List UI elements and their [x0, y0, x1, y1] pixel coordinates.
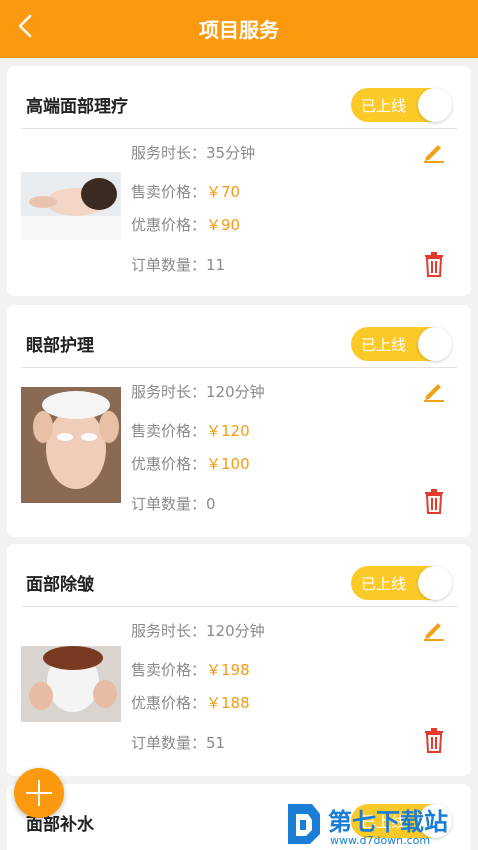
- promo-price-label: 优惠价格：: [131, 216, 207, 234]
- sale-price-row: 售卖价格：￥120: [131, 420, 250, 441]
- service-card: 眼部护理 已上线 服务时长：120分钟 售卖价格：￥120 优惠价格：￥100 …: [7, 305, 471, 537]
- toggle-knob: [418, 88, 452, 122]
- watermark: 第七下载站 www.d7down.com: [282, 800, 478, 850]
- duration-value: 35分钟: [206, 144, 256, 162]
- status-label: 已上线: [361, 336, 407, 354]
- duration-label: 服务时长：: [131, 383, 207, 401]
- status-toggle[interactable]: 已上线: [351, 327, 452, 361]
- orders-value: 0: [206, 495, 216, 513]
- status-label: 已上线: [361, 575, 407, 593]
- sale-price-value: ￥120: [206, 422, 250, 440]
- orders-value: 51: [206, 734, 226, 752]
- sale-price-row: 售卖价格：￥198: [131, 659, 250, 680]
- add-service-button[interactable]: [14, 768, 64, 818]
- sale-price-value: ￥70: [206, 183, 241, 201]
- status-toggle[interactable]: 已上线: [351, 566, 452, 600]
- orders-value: 11: [206, 256, 226, 274]
- toggle-knob: [418, 566, 452, 600]
- duration-value: 120分钟: [206, 622, 265, 640]
- service-thumbnail: [21, 172, 121, 240]
- page-title: 项目服务: [199, 18, 279, 42]
- app-header: 项目服务: [0, 0, 478, 58]
- duration-row: 服务时长：120分钟: [131, 620, 265, 641]
- service-card: 高端面部理疗 已上线 服务时长：35分钟 售卖价格：￥70 优惠价格：￥90 订…: [7, 66, 471, 296]
- service-thumbnail: [21, 387, 121, 503]
- promo-price-label: 优惠价格：: [131, 694, 207, 712]
- service-title: 眼部护理: [26, 336, 94, 356]
- delete-icon[interactable]: [421, 726, 447, 754]
- sale-price-row: 售卖价格：￥70: [131, 181, 240, 202]
- divider: [21, 128, 457, 129]
- promo-price-row: 优惠价格：￥90: [131, 214, 240, 235]
- sale-price-value: ￥198: [206, 661, 250, 679]
- edit-icon[interactable]: [421, 138, 447, 164]
- duration-row: 服务时长：35分钟: [131, 142, 255, 163]
- orders-label: 订单数量：: [131, 495, 207, 513]
- sale-price-label: 售卖价格：: [131, 183, 207, 201]
- duration-value: 120分钟: [206, 383, 265, 401]
- watermark-logo-icon: [288, 804, 320, 844]
- status-toggle[interactable]: 已上线: [351, 88, 452, 122]
- orders-label: 订单数量：: [131, 734, 207, 752]
- promo-price-value: ￥188: [206, 694, 250, 712]
- status-label: 已上线: [361, 97, 407, 115]
- promo-price-row: 优惠价格：￥100: [131, 453, 250, 474]
- duration-label: 服务时长：: [131, 622, 207, 640]
- sale-price-label: 售卖价格：: [131, 661, 207, 679]
- watermark-url: www.d7down.com: [330, 834, 431, 847]
- delete-icon[interactable]: [421, 250, 447, 278]
- orders-row: 订单数量：11: [131, 254, 225, 275]
- divider: [21, 606, 457, 607]
- divider: [21, 367, 457, 368]
- watermark-text: 第七下载站: [328, 808, 448, 836]
- delete-icon[interactable]: [421, 487, 447, 515]
- promo-price-row: 优惠价格：￥188: [131, 692, 250, 713]
- duration-label: 服务时长：: [131, 144, 207, 162]
- toggle-knob: [418, 327, 452, 361]
- promo-price-value: ￥100: [206, 455, 250, 473]
- orders-row: 订单数量：51: [131, 732, 225, 753]
- duration-row: 服务时长：120分钟: [131, 381, 265, 402]
- edit-icon[interactable]: [421, 616, 447, 642]
- promo-price-value: ￥90: [206, 216, 241, 234]
- orders-row: 订单数量：0: [131, 493, 216, 514]
- promo-price-label: 优惠价格：: [131, 455, 207, 473]
- service-card: 面部除皱 已上线 服务时长：120分钟 售卖价格：￥198 优惠价格：￥188 …: [7, 544, 471, 776]
- orders-label: 订单数量：: [131, 256, 207, 274]
- service-title: 高端面部理疗: [26, 97, 128, 117]
- service-thumbnail: [21, 646, 121, 722]
- edit-icon[interactable]: [421, 377, 447, 403]
- service-title: 面部除皱: [26, 575, 94, 595]
- sale-price-label: 售卖价格：: [131, 422, 207, 440]
